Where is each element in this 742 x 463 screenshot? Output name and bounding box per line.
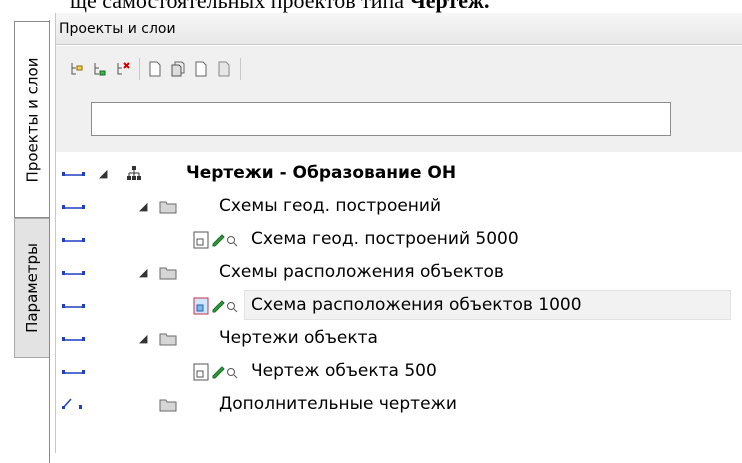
copy-sheet-icon [171,61,185,77]
toolbar-separator-end [240,58,241,80]
page-icon [195,61,207,77]
magnifier-icon [227,236,238,247]
pencil-icon [212,300,225,313]
tree-row-group1[interactable]: ◢ Схемы геод. построений [56,191,742,223]
expand-triangle-icon[interactable]: ◢ [99,167,107,180]
tab-projects-and-layers-label: Проекты и слои [23,57,41,182]
search-area [56,92,742,152]
link-icon [62,205,85,209]
hierarchy-icon [127,166,141,180]
link-icon [62,370,85,374]
panel-title: Проекты и слои [56,13,742,45]
folder-icon [159,201,177,214]
tab-parameters[interactable]: Параметры [14,218,49,358]
tree-label-group1: Схемы геод. построений [219,196,442,216]
tree-row-item3[interactable]: Чертеж объекта 500 [56,356,742,388]
tree-row-group2[interactable]: ◢ Схемы расположения объектов [56,257,742,289]
document-text-plain: ще самостоятельных проектов типа [70,0,410,13]
projects-layers-panel: Проекты и слои ◢ Чертежи - Образование О… [55,13,742,453]
tab-parameters-label: Параметры [23,243,41,333]
link-icon [62,304,85,308]
tree-label-item2: Схема расположения объектов 1000 [251,295,582,315]
pencil-icon [212,234,225,247]
vertical-tab-strip: Проекты и слои Параметры [0,10,54,463]
tab-divider [49,20,50,463]
folder-icon [159,267,177,280]
copy-sheet-button[interactable] [167,58,189,80]
link-icon [62,337,85,341]
folder-icon [159,333,177,346]
diagonal-link-icon [62,398,82,409]
add-sublayer-button[interactable] [89,58,111,80]
link-icon [62,172,85,176]
expand-triangle-icon[interactable]: ◢ [139,332,147,345]
page-gray-button[interactable] [213,58,235,80]
pencil-icon [212,366,225,379]
expand-triangle-icon[interactable]: ◢ [139,200,147,213]
delete-layer-button[interactable] [112,58,134,80]
tree-label-item1: Схема геод. построений 5000 [251,229,519,249]
tree-label-item3: Чертеж объекта 500 [251,361,437,381]
magnifier-icon [227,368,238,379]
search-input[interactable] [91,102,671,136]
page-gray-icon [218,61,230,77]
tree-row-item2-selected[interactable]: Схема расположения объектов 1000 [56,290,742,322]
document-text-bold: Чертеж. [409,0,490,13]
tree-label-group3: Чертежи объекта [219,328,378,348]
document-text: ще самостоятельных проектов типа Чертеж. [70,0,489,14]
magnifier-icon [227,302,238,313]
new-sheet-button[interactable] [144,58,166,80]
sheet-icon [193,363,209,381]
tree-row-item1[interactable]: Схема геод. построений 5000 [56,224,742,256]
tree-label-group4: Дополнительные чертежи [219,394,457,414]
toolbar-separator [139,58,140,80]
page-button[interactable] [190,58,212,80]
folder-icon [159,399,177,412]
tree-row-root[interactable]: ◢ Чертежи - Образование ОН [56,158,742,190]
sheet-icon [193,231,209,249]
new-sheet-icon [149,61,161,77]
toolbar [56,46,742,92]
tree-label-group2: Схемы расположения объектов [219,262,504,282]
add-layer-icon [71,63,83,75]
tree-label-root: Чертежи - Образование ОН [186,163,457,183]
expand-triangle-icon[interactable]: ◢ [139,266,147,279]
add-sublayer-icon [94,63,106,76]
tree-row-group4[interactable]: Дополнительные чертежи [56,389,742,421]
delete-layer-icon [117,62,130,75]
add-layer-button[interactable] [66,58,88,80]
link-icon [62,271,85,275]
sheet-icon-active [193,297,209,315]
tab-projects-and-layers[interactable]: Проекты и слои [14,21,49,218]
tree-row-group3[interactable]: ◢ Чертежи объекта [56,323,742,355]
link-icon [62,238,85,242]
